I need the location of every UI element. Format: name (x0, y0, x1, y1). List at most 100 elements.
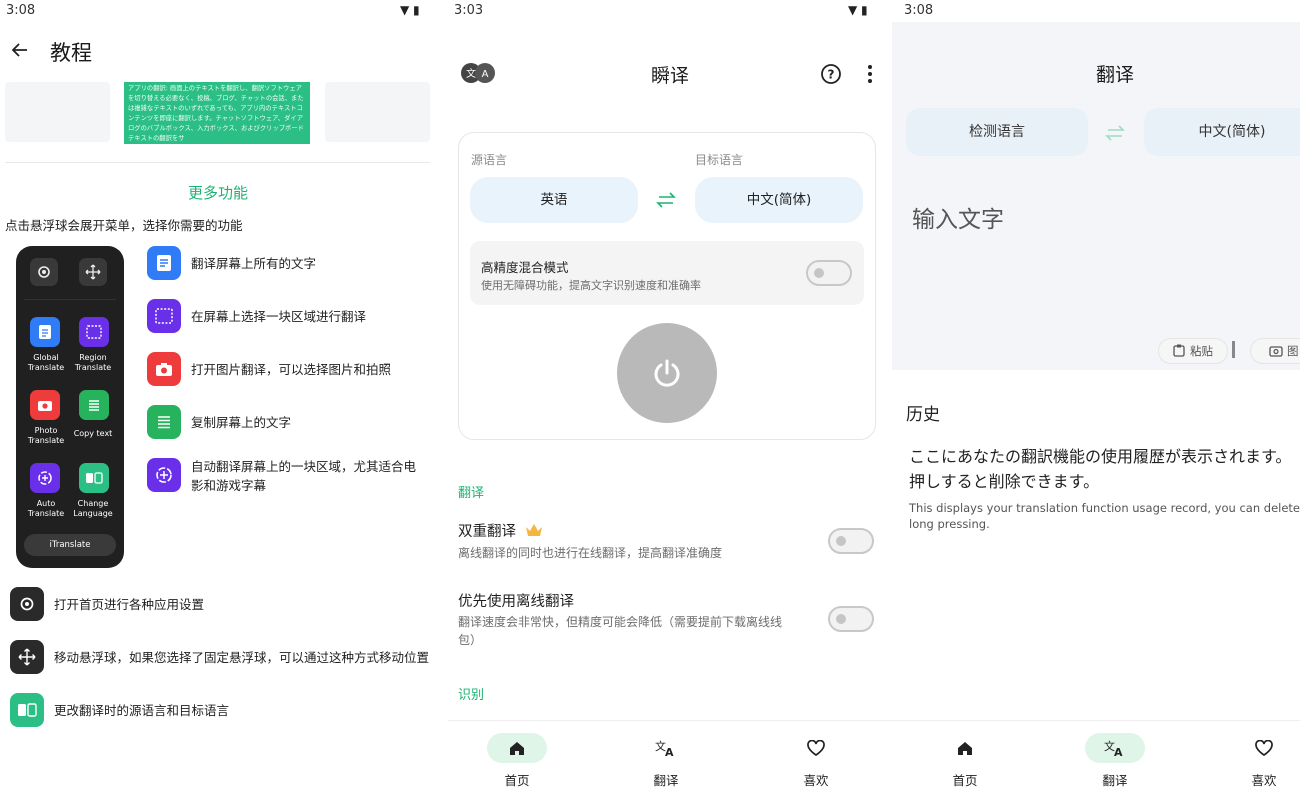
hp-mode-toggle[interactable] (806, 260, 852, 286)
tutorial-panel: 3:08 ▼ ▮ 教程 アプリの翻訳: 画面上のテキストを翻訳し、翻訳ソフトウェ… (0, 0, 440, 788)
help-icon[interactable]: ? (820, 63, 842, 85)
nav-home-label[interactable]: 首页 (935, 770, 995, 788)
heart-icon (1255, 740, 1273, 756)
status-time: 3:08 (6, 3, 36, 18)
bottom-feature-language: 更改翻译时的源语言和目标语言 (54, 703, 230, 718)
camera-icon (30, 390, 60, 420)
offline-first-title: 优先使用离线翻译 (458, 594, 574, 610)
status-icons: ▼ ▮ (400, 3, 420, 17)
dual-translate-title: 双重翻译 (458, 520, 543, 541)
more-options-icon[interactable] (866, 64, 874, 84)
offline-first-toggle[interactable] (828, 606, 874, 632)
history-title: 历史 (906, 405, 940, 425)
nav-translate-label[interactable]: 翻译 (1085, 770, 1145, 788)
image-button[interactable]: 图 (1250, 338, 1300, 364)
home-panel: 3:03 ▼ ▮ 文A 瞬译 ? 源语言 目标语言 英语 中文(简体) 高精度混… (448, 0, 892, 788)
tile-label: Change Language (73, 499, 113, 518)
power-icon (654, 359, 680, 387)
power-button[interactable] (617, 323, 717, 423)
status-icons: ▼ ▮ (848, 3, 868, 17)
heart-icon (807, 740, 825, 756)
nav-home[interactable] (935, 733, 995, 763)
document-icon (147, 246, 181, 280)
feature-auto: 自动翻译屏幕上的一块区域，尤其适合电 影和游戏字幕 (191, 459, 417, 493)
swap-language-icon (10, 693, 44, 727)
camera-icon (1269, 346, 1283, 357)
translate-title: 翻译 (1095, 64, 1134, 86)
nav-home[interactable] (487, 733, 547, 763)
nav-translate[interactable]: 文A (1085, 733, 1145, 763)
hp-mode-title: 高精度混合模式 (481, 260, 569, 275)
home-icon (510, 742, 524, 755)
nav-home-label[interactable]: 首页 (487, 770, 547, 788)
target-language-button[interactable]: 中文(简体) (695, 177, 863, 223)
gear-icon (30, 258, 58, 286)
bottom-feature-move: 移动悬浮球，如果您选择了固定悬浮球，可以通过这种方式移动位置 (54, 650, 430, 665)
tile-label: Copy text (73, 429, 113, 438)
divider (5, 162, 430, 163)
source-language-label: 源语言 (471, 153, 508, 167)
menu-hint: 点击悬浮球会展开菜单，选择你需要的功能 (5, 218, 243, 233)
move-icon (10, 640, 44, 674)
high-precision-mode-row: 高精度混合模式 使用无障碍功能，提高文字识别速度和准确率 (470, 241, 864, 305)
dual-translate-toggle[interactable] (828, 528, 874, 554)
nav-favorites[interactable] (786, 733, 846, 763)
crown-icon (525, 524, 542, 536)
dual-translate-subtitle: 离线翻译的同时也进行在线翻译，提高翻译准确度 (458, 546, 723, 560)
back-arrow-icon[interactable] (10, 40, 30, 60)
feature-photo: 打开图片翻译，可以选择图片和拍照 (191, 362, 392, 377)
swap-language-icon (79, 463, 109, 493)
auto-translate-icon (147, 458, 181, 492)
text-input[interactable]: 输入文字 (912, 200, 1004, 234)
paste-button[interactable]: 粘贴 (1158, 338, 1228, 364)
preview-image: アプリの翻訳: 画面上のテキストを翻訳し、翻訳ソフトウェアを切り替える必要なく、… (124, 82, 310, 144)
svg-text:A: A (1114, 746, 1123, 757)
copy-text-icon (79, 390, 109, 420)
bottom-feature-settings: 打开首页进行各种应用设置 (54, 597, 205, 612)
page-title: 教程 (50, 41, 92, 65)
feature-copy: 复制屏幕上的文字 (191, 415, 292, 430)
nav-favorites-label[interactable]: 喜欢 (1234, 770, 1294, 788)
nav-favorites-label[interactable]: 喜欢 (786, 770, 846, 788)
translate-input-area: 翻译 检测语言 中文(简体) 输入文字 粘贴 图 (892, 22, 1300, 370)
detect-language-button[interactable]: 检测语言 (906, 108, 1088, 156)
nav-translate[interactable]: 文A (636, 733, 696, 763)
status-time: 3:03 (454, 3, 484, 18)
svg-text:?: ? (828, 68, 835, 82)
preview-card-left (5, 82, 110, 142)
target-language-button[interactable]: 中文(简体) (1144, 108, 1300, 156)
history-empty-jp: ここにあなたの翻訳機能の使用履歴が表示されます。 押しすると削除できます。 (909, 447, 1292, 491)
swap-arrows-icon[interactable] (655, 191, 677, 209)
bottom-nav: 首页 文A 翻译 喜欢 (892, 720, 1300, 788)
svg-text:A: A (665, 746, 674, 757)
nav-favorites[interactable] (1234, 733, 1294, 763)
swap-arrows-icon[interactable] (1104, 124, 1126, 142)
region-select-icon (147, 299, 181, 333)
panel-separator (440, 0, 448, 788)
auto-translate-icon (30, 463, 60, 493)
region-select-icon (79, 317, 109, 347)
camera-icon (147, 352, 181, 386)
gear-icon (10, 587, 44, 621)
nav-translate-label[interactable]: 翻译 (636, 770, 696, 788)
translate-icon: 文A (655, 739, 674, 757)
home-icon (958, 742, 972, 755)
status-time: 3:08 (904, 3, 934, 18)
copy-text-icon (147, 405, 181, 439)
bottom-nav: 首页 文A 翻译 喜欢 (448, 720, 892, 788)
section-recognize: 识别 (458, 688, 485, 703)
itranslate-button: iTranslate (24, 534, 116, 556)
source-language-button[interactable]: 英语 (470, 177, 638, 223)
offline-first-subtitle: 翻译速度会非常快，但精度可能会降低（需要提前下载离线线 包） (458, 615, 783, 647)
translate-icon: 文A (1104, 739, 1123, 757)
floating-menu-mock: Global Translate Region Translate Photo Tra… (16, 246, 124, 568)
more-features-title: 更多功能 (187, 184, 248, 202)
feature-global: 翻译屏幕上所有的文字 (191, 256, 317, 271)
preview-card-right (325, 82, 430, 142)
translate-panel: 3:08 翻译 检测语言 中文(简体) 输入文字 粘贴 图 历史 ここにあなたの… (892, 0, 1300, 788)
target-language-label: 目标语言 (695, 153, 744, 167)
document-icon (30, 317, 60, 347)
feature-region: 在屏幕上选择一块区域进行翻译 (191, 309, 367, 324)
translate-card: 源语言 目标语言 英语 中文(简体) 高精度混合模式 使用无障碍功能，提高文字识… (458, 132, 876, 440)
chip-divider (1232, 341, 1235, 358)
